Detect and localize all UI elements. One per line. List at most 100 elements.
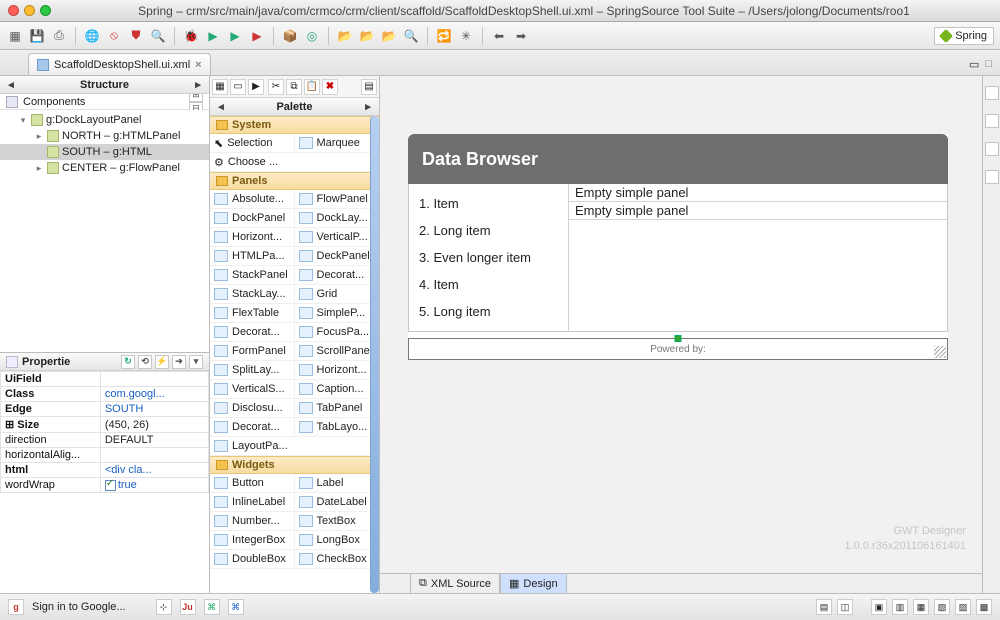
new-package-icon[interactable]: 📦	[281, 27, 299, 45]
prop-bind-icon[interactable]: ⟲	[138, 355, 152, 369]
status-r6[interactable]: ▧	[934, 599, 950, 615]
resize-handle-top[interactable]	[675, 335, 682, 342]
open-task-icon[interactable]: 📂	[358, 27, 376, 45]
tree-node-north[interactable]: ▸ NORTH – g:HTMLPanel	[0, 128, 209, 144]
palette-selection-tool[interactable]: ⬉Selection	[210, 134, 295, 153]
print-icon[interactable]: ⎙	[50, 27, 68, 45]
palette-left-icon[interactable]: ◂	[216, 100, 226, 113]
palette-widget-3-0[interactable]: IntegerBox	[210, 531, 295, 550]
paste-icon[interactable]: 📋	[304, 79, 320, 95]
config-icon[interactable]: ✳	[457, 27, 475, 45]
palette-choose-tool[interactable]: ⚙Choose ...	[210, 153, 379, 172]
palette-widget-3-1[interactable]: LongBox	[295, 531, 380, 550]
palette-panel-6-0[interactable]: FlexTable	[210, 304, 295, 323]
editor-minmax[interactable]: ▭□	[961, 54, 1000, 75]
external-tools-icon[interactable]: ▶	[248, 27, 266, 45]
palette-panel-3-0[interactable]: HTMLPa...	[210, 247, 295, 266]
collapse-right-icon[interactable]: ▸	[193, 78, 203, 91]
status-r7[interactable]: ▨	[955, 599, 971, 615]
prop-goto-icon[interactable]: ➔	[172, 355, 186, 369]
delete-icon[interactable]: ✖	[322, 79, 338, 95]
save-icon[interactable]: 💾	[28, 27, 46, 45]
status-r4[interactable]: ▥	[892, 599, 908, 615]
palette-panel-13-0[interactable]: LayoutPa...	[210, 437, 379, 456]
forward-icon[interactable]: ➡	[512, 27, 530, 45]
search-icon[interactable]: 🔍	[149, 27, 167, 45]
collapse-left-icon[interactable]: ◂	[6, 78, 16, 91]
palette-widget-2-0[interactable]: Number...	[210, 512, 295, 531]
status-r8[interactable]: ▩	[976, 599, 992, 615]
palette-panel-8-1[interactable]: ScrollPanel	[295, 342, 380, 361]
palette-marquee-tool[interactable]: Marquee	[295, 134, 380, 153]
test-icon[interactable]: ▶	[248, 79, 264, 95]
tab-xml-source[interactable]: ⧉ XML Source	[410, 573, 500, 593]
palette-panel-10-0[interactable]: VerticalS...	[210, 380, 295, 399]
palette-widget-4-1[interactable]: CheckBox	[295, 550, 380, 569]
palette-cat-system[interactable]: System	[210, 116, 379, 134]
palette-panel-10-1[interactable]: Caption...	[295, 380, 380, 399]
status-i2[interactable]: Ju	[180, 599, 196, 615]
browser-icon[interactable]: 🌐	[83, 27, 101, 45]
properties-table[interactable]: UiField Classcom.googl... EdgeSOUTH ⊞ Si…	[0, 371, 209, 493]
palette-panel-0-1[interactable]: FlowPanel	[295, 190, 380, 209]
palette-cat-widgets[interactable]: Widgets	[210, 456, 379, 474]
palette-list[interactable]: System ⬉Selection Marquee ⚙Choose ... Pa…	[210, 116, 379, 593]
palette-right-icon[interactable]: ▸	[363, 100, 373, 113]
tree-node-docklayoutpanel[interactable]: ▾ g:DockLayoutPanel	[0, 112, 209, 128]
palette-panel-1-1[interactable]: DockLay...	[295, 209, 380, 228]
palette-panel-12-1[interactable]: TabLayo...	[295, 418, 380, 437]
debug-icon[interactable]: 🐞	[182, 27, 200, 45]
palette-widget-1-1[interactable]: DateLabel	[295, 493, 380, 512]
run-icon[interactable]: ▶	[204, 27, 222, 45]
palette-panel-4-1[interactable]: Decorat...	[295, 266, 380, 285]
google-signin-icon[interactable]: g	[8, 599, 24, 615]
task-view-icon[interactable]	[985, 114, 999, 128]
servers-view-icon[interactable]	[985, 142, 999, 156]
tab-design[interactable]: ▦ Design	[500, 573, 567, 593]
zoom-window-icon[interactable]	[40, 5, 51, 16]
palette-panel-4-0[interactable]: StackPanel	[210, 266, 295, 285]
palette-panel-11-0[interactable]: Disclosu...	[210, 399, 295, 418]
perspective-switcher[interactable]: Spring	[934, 27, 994, 45]
palette-panel-5-1[interactable]: Grid	[295, 285, 380, 304]
minimize-window-icon[interactable]	[24, 5, 35, 16]
prop-refresh-icon[interactable]: ↻	[121, 355, 135, 369]
palette-widget-0-1[interactable]: Label	[295, 474, 380, 493]
cut-icon[interactable]: ✂	[268, 79, 284, 95]
palette-panel-12-0[interactable]: Decorat...	[210, 418, 295, 437]
mock-footer-selected[interactable]: Powered by:	[408, 338, 948, 360]
home-view-icon[interactable]	[985, 170, 999, 184]
status-r1[interactable]: ▤	[816, 599, 832, 615]
close-tab-icon[interactable]: ×	[195, 59, 201, 71]
palette-panel-5-0[interactable]: StackLay...	[210, 285, 295, 304]
palette-panel-2-1[interactable]: VerticalP...	[295, 228, 380, 247]
outline-view-icon[interactable]	[985, 86, 999, 100]
status-r3[interactable]: ▣	[871, 599, 887, 615]
new-icon[interactable]: ▦	[6, 27, 24, 45]
palette-panel-7-0[interactable]: Decorat...	[210, 323, 295, 342]
status-r5[interactable]: ▦	[913, 599, 929, 615]
editor-tab-scaffold[interactable]: ScaffoldDesktopShell.ui.xml ×	[28, 53, 211, 75]
component-tree[interactable]: ▾ g:DockLayoutPanel ▸ NORTH – g:HTMLPane…	[0, 110, 209, 352]
refactor-icon[interactable]: 🔁	[435, 27, 453, 45]
wordwrap-checkbox[interactable]	[105, 480, 116, 491]
preview-icon[interactable]: ▭	[230, 79, 246, 95]
shield-icon[interactable]: ⛊	[127, 27, 145, 45]
back-icon[interactable]: ⬅	[490, 27, 508, 45]
palette-collapse-icon[interactable]: ▤	[361, 79, 377, 95]
palette-panel-1-0[interactable]: DockPanel	[210, 209, 295, 228]
open-search-icon[interactable]: 🔍	[402, 27, 420, 45]
palette-widget-2-1[interactable]: TextBox	[295, 512, 380, 531]
status-i4[interactable]: ⌘	[228, 599, 244, 615]
stop-icon[interactable]: ⦸	[105, 27, 123, 45]
tree-node-center[interactable]: ▸ CENTER – g:FlowPanel	[0, 160, 209, 176]
palette-widget-4-0[interactable]: DoubleBox	[210, 550, 295, 569]
prop-menu-icon[interactable]: ▾	[189, 355, 203, 369]
status-r2[interactable]: ◫	[837, 599, 853, 615]
tree-node-south[interactable]: SOUTH – g:HTML	[0, 144, 209, 160]
design-canvas[interactable]: Data Browser 1. Item2. Long item3. Even …	[380, 76, 982, 593]
palette-panel-6-1[interactable]: SimpleP...	[295, 304, 380, 323]
palette-panel-11-1[interactable]: TabPanel	[295, 399, 380, 418]
palette-panel-9-1[interactable]: Horizont...	[295, 361, 380, 380]
open-type-icon[interactable]: 📂	[336, 27, 354, 45]
